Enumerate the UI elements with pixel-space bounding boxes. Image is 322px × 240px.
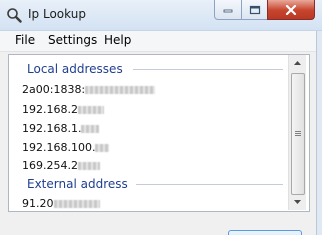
default-button[interactable] (228, 230, 302, 235)
title-bar[interactable]: Ip Lookup (0, 0, 322, 31)
window-border (316, 31, 322, 235)
external-header-divider (136, 184, 283, 185)
redacted-value (95, 144, 110, 152)
menu-bar: File Settings Help (0, 31, 322, 52)
local-address-4[interactable]: 192.168.100. (22, 141, 110, 154)
grip-line (295, 133, 301, 134)
grip-line (295, 135, 301, 136)
scroll-thumb[interactable] (291, 73, 305, 195)
close-icon (285, 4, 297, 15)
redacted-value (81, 125, 100, 133)
local-header-divider (133, 69, 283, 70)
local-address-3[interactable]: 192.168.1. (22, 122, 100, 135)
local-address-2[interactable]: 192.168.2 (22, 103, 104, 116)
magnifier-icon (7, 8, 22, 23)
scroll-up-button[interactable] (289, 55, 306, 72)
local-addresses-header: Local addresses (27, 62, 123, 76)
arrow-up-icon (294, 61, 301, 65)
scroll-down-button[interactable] (289, 193, 306, 210)
menu-settings[interactable]: Settings (46, 33, 99, 47)
minimize-icon (223, 9, 233, 12)
maximize-button[interactable] (241, 0, 268, 20)
grip-line (295, 131, 301, 132)
menu-help[interactable]: Help (102, 33, 133, 47)
arrow-down-icon (294, 200, 301, 204)
external-address-1[interactable]: 91.20 (22, 197, 100, 210)
close-button[interactable] (267, 0, 315, 20)
local-address-5[interactable]: 169.254.2 (22, 159, 100, 172)
redacted-value (77, 162, 100, 170)
maximize-icon (249, 5, 260, 14)
window-title: Ip Lookup (28, 7, 86, 21)
redacted-value (53, 200, 100, 208)
vertical-scrollbar[interactable] (288, 55, 306, 210)
menu-file[interactable]: File (13, 33, 37, 47)
external-address-header: External address (27, 177, 128, 191)
address-list-panel: Local addresses 2a00:1838: 192.168.2 192… (8, 54, 310, 212)
local-address-1[interactable]: 2a00:1838: (22, 83, 156, 96)
minimize-button[interactable] (214, 0, 242, 20)
redacted-value (77, 106, 104, 114)
ip-lookup-window: Ip Lookup File Settings Help Local addre… (0, 0, 322, 235)
redacted-value (85, 86, 156, 94)
